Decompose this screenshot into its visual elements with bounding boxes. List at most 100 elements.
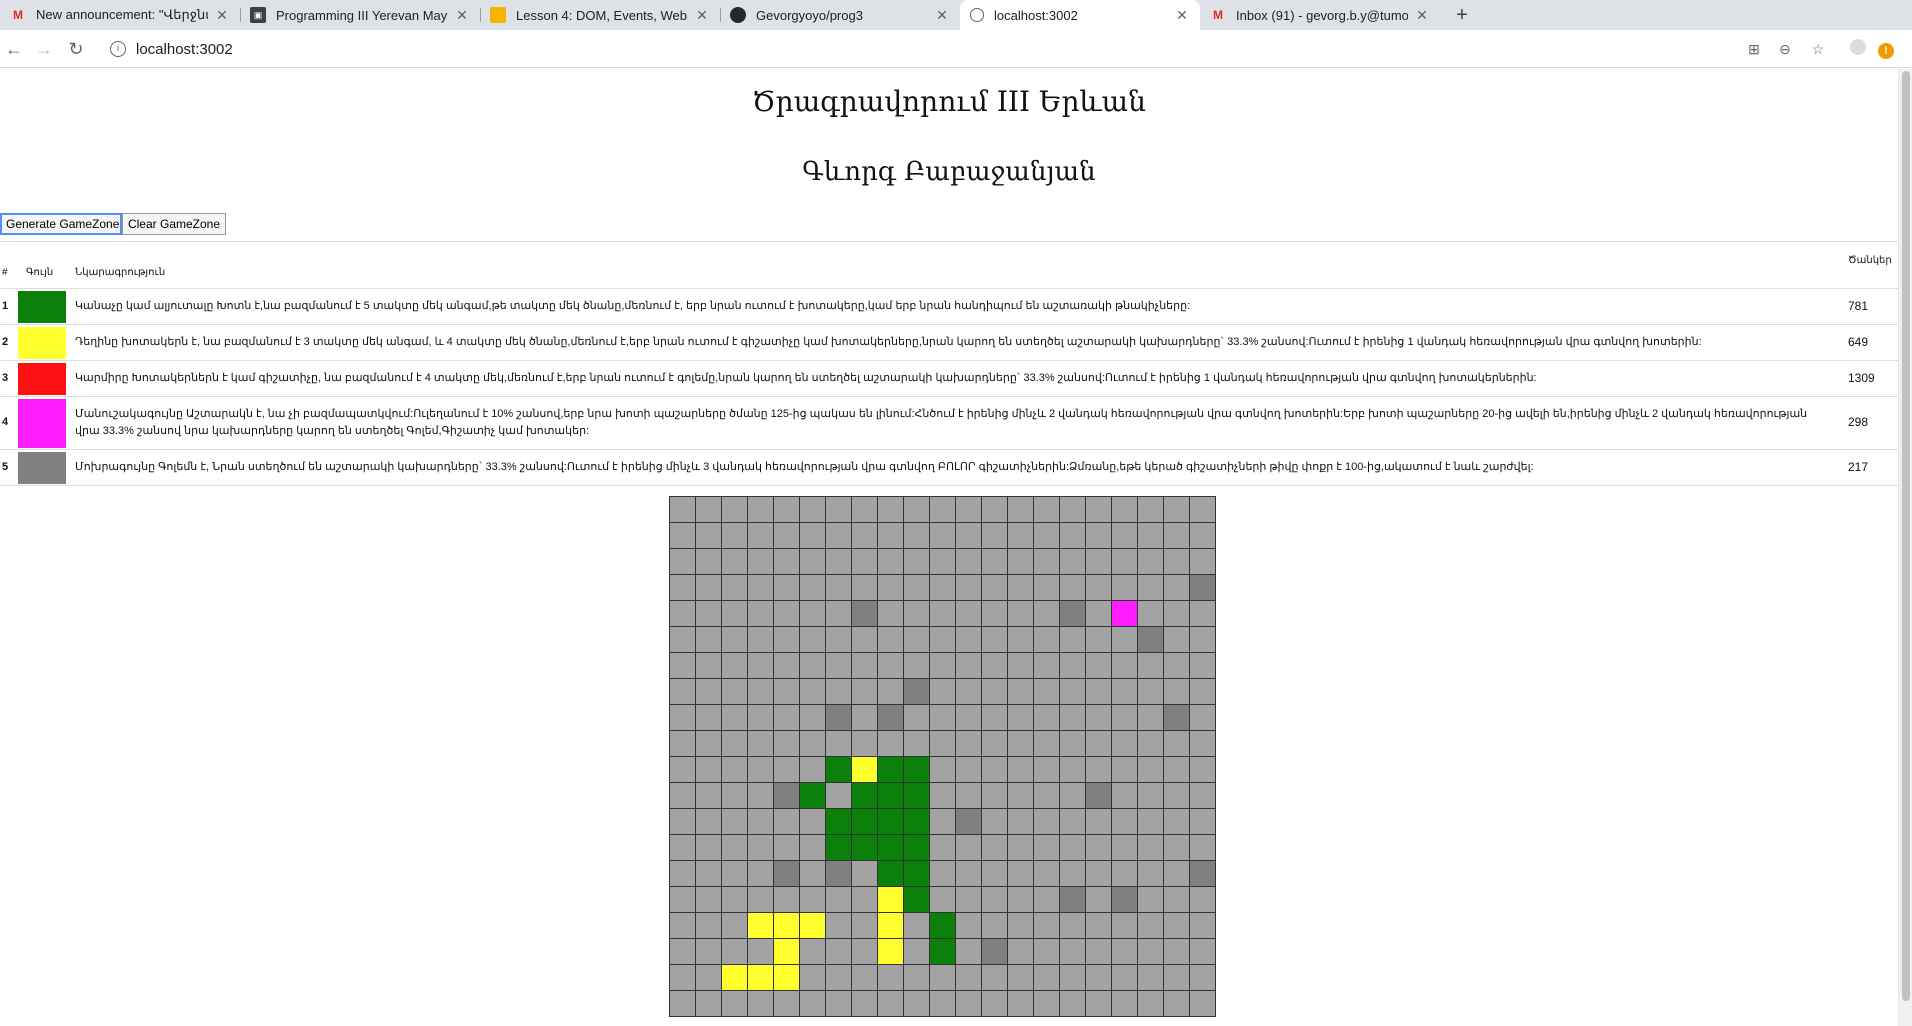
grid-cell <box>930 965 956 991</box>
profile-avatar-icon[interactable] <box>1848 39 1868 59</box>
grid-cell <box>826 757 852 783</box>
grid-cell <box>670 653 696 679</box>
grid-cell <box>1164 549 1190 575</box>
grid-cell <box>722 991 748 1017</box>
browser-tab[interactable]: ▣ Programming III Yerevan May ✕ <box>240 0 480 30</box>
grid-cell <box>1008 523 1034 549</box>
grid-cell <box>930 653 956 679</box>
browser-tab[interactable]: Gevorgyoyo/prog3 ✕ <box>720 0 960 30</box>
page-scrollbar[interactable] <box>1898 69 1912 1026</box>
reload-icon[interactable]: ↻ <box>64 37 88 61</box>
grid-cell <box>878 913 904 939</box>
grid-cell <box>696 575 722 601</box>
grid-cell <box>1164 523 1190 549</box>
grid-cell <box>1008 601 1034 627</box>
grid-cell <box>670 809 696 835</box>
grid-cell <box>774 575 800 601</box>
zoom-icon[interactable]: ⊖ <box>1775 39 1795 59</box>
grid-cell <box>1060 549 1086 575</box>
close-icon[interactable]: ✕ <box>214 7 230 24</box>
grid-cell <box>774 731 800 757</box>
grid-cell <box>904 913 930 939</box>
grid-cell <box>1164 835 1190 861</box>
grid-cell <box>878 679 904 705</box>
generate-gamezone-button[interactable]: Generate GameZone <box>0 213 122 235</box>
info-icon[interactable]: i <box>110 41 126 57</box>
grid-cell <box>1164 679 1190 705</box>
grid-cell <box>1086 601 1112 627</box>
grid-cell <box>1034 991 1060 1017</box>
grid-cell <box>1190 965 1216 991</box>
grid-cell <box>1034 523 1060 549</box>
grid-cell <box>852 653 878 679</box>
browser-tab[interactable]: Lesson 4: DOM, Events, WebS ✕ <box>480 0 720 30</box>
grid-cell <box>982 939 1008 965</box>
grid-cell <box>748 965 774 991</box>
scrollbar-thumb[interactable] <box>1902 71 1910 1001</box>
grid-cell <box>1034 627 1060 653</box>
grid-cell <box>1138 705 1164 731</box>
grid-cell <box>1034 497 1060 523</box>
translate-icon[interactable]: ⊞ <box>1744 39 1764 59</box>
grid-cell <box>1112 653 1138 679</box>
grid-cell <box>1112 705 1138 731</box>
grid-cell <box>800 653 826 679</box>
close-icon[interactable]: ✕ <box>694 7 710 24</box>
grid-cell <box>800 731 826 757</box>
grid-cell <box>982 835 1008 861</box>
grid-cell <box>826 887 852 913</box>
grid-cell <box>1112 783 1138 809</box>
star-icon[interactable]: ☆ <box>1808 39 1828 59</box>
grid-cell <box>1138 809 1164 835</box>
close-icon[interactable]: ✕ <box>1414 7 1430 24</box>
grid-cell <box>1086 783 1112 809</box>
close-icon[interactable]: ✕ <box>1174 7 1190 24</box>
table-row: 5 Մոխրագույնը Գոլեմն է, Նրան ստեղծում են… <box>0 450 1898 486</box>
browser-tab-active[interactable]: localhost:3002 ✕ <box>960 0 1200 30</box>
grid-cell <box>722 965 748 991</box>
browser-toolbar: ← → ↻ i localhost:3002 ⊞ ⊖ ☆ ! <box>0 30 1912 68</box>
grid-cell <box>956 627 982 653</box>
header-number: # <box>2 267 8 278</box>
grid-cell <box>1164 627 1190 653</box>
address-bar[interactable]: i localhost:3002 <box>100 34 1790 64</box>
browser-tab[interactable]: M Inbox (91) - gevorg.b.y@tumo. ✕ <box>1200 0 1440 30</box>
new-tab-button[interactable]: + <box>1450 3 1474 27</box>
grid-cell <box>826 601 852 627</box>
grid-cell <box>956 939 982 965</box>
grid-cell <box>722 887 748 913</box>
grid-cell <box>904 731 930 757</box>
row-number: 1 <box>2 300 9 312</box>
gmail-icon: M <box>13 8 23 22</box>
forward-arrow-icon[interactable]: → <box>32 37 56 61</box>
grid-cell <box>1138 601 1164 627</box>
close-icon[interactable]: ✕ <box>454 7 470 24</box>
close-icon[interactable]: ✕ <box>934 7 950 24</box>
grid-cell <box>670 575 696 601</box>
grid-cell <box>748 705 774 731</box>
grid-cell <box>1164 861 1190 887</box>
back-arrow-icon[interactable]: ← <box>2 37 26 61</box>
grid-cell <box>696 549 722 575</box>
grid-cell <box>1086 497 1112 523</box>
grid-cell <box>1164 731 1190 757</box>
grid-cell <box>1008 575 1034 601</box>
grid-cell <box>826 679 852 705</box>
clear-gamezone-button[interactable]: Clear GameZone <box>122 213 226 235</box>
browser-tab[interactable]: M New announcement: "Վերջնակ ✕ <box>0 0 240 30</box>
tab-title: Programming III Yerevan May <box>276 7 448 23</box>
update-alert-icon[interactable]: ! <box>1876 39 1896 59</box>
grid-cell <box>1034 549 1060 575</box>
grid-cell <box>852 757 878 783</box>
grid-cell <box>1112 601 1138 627</box>
header-color: Գույն <box>26 267 54 278</box>
grid-cell <box>670 731 696 757</box>
grid-cell <box>852 939 878 965</box>
grid-cell <box>982 705 1008 731</box>
grid-cell <box>722 809 748 835</box>
grid-cell <box>696 939 722 965</box>
grid-cell <box>1190 653 1216 679</box>
grid-cell <box>1060 653 1086 679</box>
grid-cell <box>1008 965 1034 991</box>
grid-cell <box>722 913 748 939</box>
